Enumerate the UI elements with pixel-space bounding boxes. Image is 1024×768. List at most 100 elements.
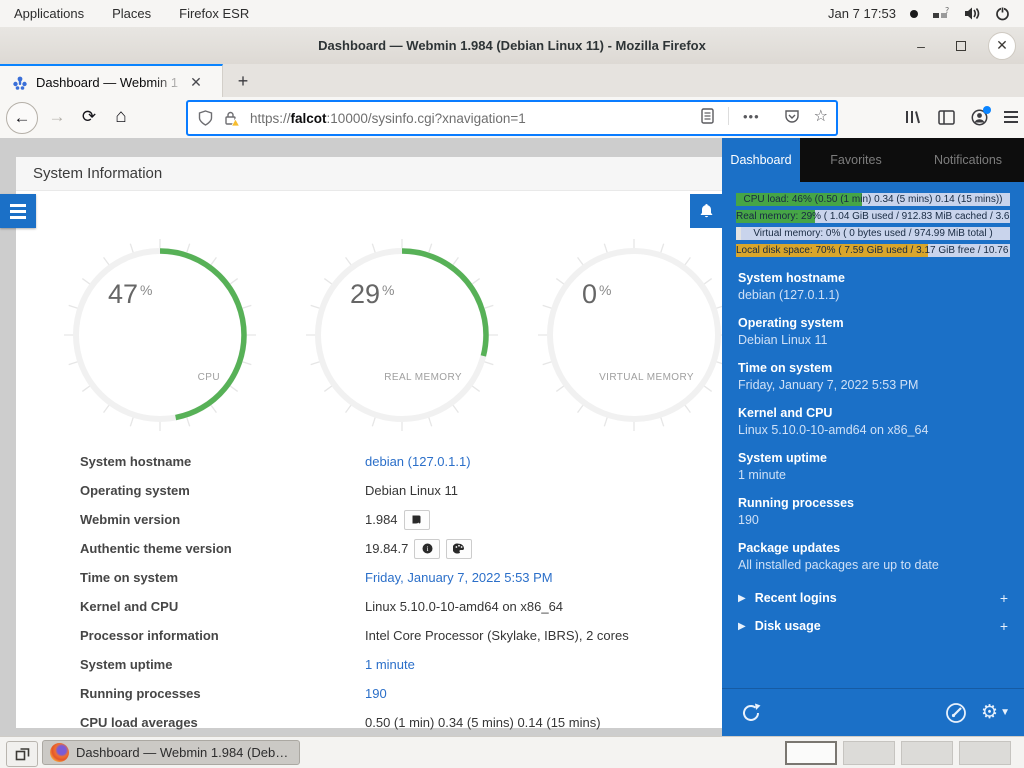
account-notification-dot: [983, 106, 991, 114]
taskbar-window-button[interactable]: Dashboard — Webmin 1.984 (Deb…: [42, 740, 300, 765]
gauge-virtual-memory-label: VIRTUAL MEMORY: [599, 372, 694, 383]
power-icon[interactable]: [995, 6, 1010, 21]
gauge-cpu-label: CPU: [198, 372, 220, 383]
reload-button[interactable]: ⟳: [74, 102, 104, 132]
hostname-link[interactable]: debian (127.0.1.1): [365, 454, 471, 469]
tab-dashboard-sidebar[interactable]: Dashboard: [722, 138, 800, 182]
tab-favorites[interactable]: Favorites: [800, 138, 912, 182]
maximize-button[interactable]: [948, 33, 974, 59]
disk-space-bar: Local disk space: 70% ( 7.59 GiB used / …: [736, 244, 1010, 257]
show-desktop-button[interactable]: [6, 741, 38, 767]
sidebar-footer: ⚙▼: [722, 688, 1024, 736]
virtual-memory-bar: Virtual memory: 0% ( 0 bytes used / 974.…: [736, 227, 1010, 240]
account-icon[interactable]: [971, 109, 988, 126]
tracking-shield-icon[interactable]: [198, 110, 213, 126]
gauge-virtual-memory-value: 0: [582, 279, 597, 309]
notifications-bell-button[interactable]: [690, 194, 722, 228]
table-row: Time on systemFriday, January 7, 2022 5:…: [16, 563, 722, 592]
home-button[interactable]: ⌂: [106, 102, 136, 132]
workspace-switcher: [785, 741, 1011, 765]
workspace-2[interactable]: [843, 741, 895, 765]
gauge-cpu-value: 47: [108, 279, 138, 309]
recent-logins-expand-icon[interactable]: +: [1000, 590, 1008, 606]
firefox-esr-menu[interactable]: Firefox ESR: [165, 0, 263, 27]
applications-menu[interactable]: Applications: [0, 0, 98, 27]
insecure-lock-icon[interactable]: [223, 110, 240, 127]
webmin-favicon: [12, 75, 28, 91]
system-monitor-button[interactable]: [945, 702, 967, 724]
page-actions-icon[interactable]: •••: [743, 109, 760, 124]
time-link[interactable]: Friday, January 7, 2022 5:53 PM: [365, 570, 553, 585]
workspace-3[interactable]: [901, 741, 953, 765]
dashboard-sidebar: Dashboard Favorites Notifications CPU lo…: [722, 138, 1024, 736]
new-tab-button[interactable]: +: [230, 68, 256, 94]
caret-down-icon: ▼: [1000, 707, 1010, 718]
uptime-link[interactable]: 1 minute: [365, 657, 415, 672]
url-text[interactable]: https://falcot:10000/sysinfo.cgi?xnaviga…: [250, 111, 526, 126]
table-row: Authentic theme version19.84.7 i: [16, 534, 722, 563]
cpu-load-bar: CPU load: 46% (0.50 (1 min) 0.34 (5 mins…: [736, 193, 1010, 206]
theme-palette-button[interactable]: [446, 539, 472, 559]
firefox-icon: [50, 743, 69, 762]
page-header: System Information: [16, 157, 722, 191]
table-row: Processor informationIntel Core Processo…: [16, 621, 722, 650]
list-item: System hostnamedebian (127.0.1.1): [738, 270, 1008, 304]
chevron-right-icon: ▶: [738, 593, 746, 604]
gauge-real-memory: 29% REAL MEMORY: [302, 235, 502, 435]
gear-icon: ⚙: [981, 703, 998, 722]
window-title: Dashboard — Webmin 1.984 (Debian Linux 1…: [318, 38, 706, 53]
gauge-cpu: 47% CPU: [60, 235, 260, 435]
list-item: Time on systemFriday, January 7, 2022 5:…: [738, 360, 1008, 394]
close-window-button[interactable]: ✕: [988, 32, 1016, 60]
record-indicator-icon: [910, 10, 918, 18]
table-row: System hostnamedebian (127.0.1.1): [16, 447, 722, 476]
workspace-4[interactable]: [959, 741, 1011, 765]
bookmark-star-icon[interactable]: ☆: [814, 106, 828, 126]
processes-link[interactable]: 190: [365, 686, 387, 701]
theme-info-button[interactable]: i: [414, 539, 440, 559]
table-row: System uptime1 minute: [16, 650, 722, 679]
pocket-icon[interactable]: [784, 108, 800, 124]
sidebar-toggle-button[interactable]: [0, 194, 36, 228]
table-row: Webmin version1.984: [16, 505, 722, 534]
firefox-title-bar[interactable]: Dashboard — Webmin 1.984 (Debian Linux 1…: [0, 27, 1024, 65]
urlbar-separator: [728, 107, 729, 125]
gnome-top-bar: Applications Places Firefox ESR Jan 7 17…: [0, 0, 1024, 28]
bell-icon: [699, 203, 714, 219]
settings-button[interactable]: ⚙▼: [981, 703, 1010, 722]
table-row: Running processes190: [16, 679, 722, 708]
gauge-virtual-memory: 0% VIRTUAL MEMORY: [534, 235, 722, 435]
real-memory-bar: Real memory: 29% ( 1.04 GiB used / 912.8…: [736, 210, 1010, 223]
minimize-button[interactable]: –: [908, 33, 934, 59]
menu-hamburger-icon[interactable]: [1004, 111, 1018, 123]
list-item: Package updatesAll installed packages ar…: [738, 540, 1008, 574]
table-row: Operating systemDebian Linux 11: [16, 476, 722, 505]
tab-close-icon[interactable]: ✕: [186, 74, 206, 91]
screen: Applications Places Firefox ESR Jan 7 17…: [0, 0, 1024, 768]
tab-notifications[interactable]: Notifications: [912, 138, 1024, 182]
tab-title: Dashboard — Webmin 1: [36, 75, 184, 90]
network-status-icon[interactable]: ?: [932, 7, 950, 21]
recent-logins-toggle[interactable]: ▶ Recent logins +: [738, 585, 1008, 611]
volume-icon[interactable]: [964, 6, 981, 21]
gauge-real-memory-label: REAL MEMORY: [384, 372, 462, 383]
places-menu[interactable]: Places: [98, 0, 165, 27]
clock[interactable]: Jan 7 17:53: [828, 6, 896, 21]
windows-icon: [15, 747, 30, 761]
sidebar-tabs: Dashboard Favorites Notifications: [722, 138, 1024, 182]
tab-dashboard[interactable]: Dashboard — Webmin 1 ✕: [0, 64, 223, 99]
workspace-1[interactable]: [785, 741, 837, 765]
sidebars-icon[interactable]: [938, 110, 955, 125]
disk-usage-expand-icon[interactable]: +: [1000, 618, 1008, 634]
refresh-button[interactable]: [740, 702, 762, 724]
url-bar[interactable]: https://falcot:10000/sysinfo.cgi?xnaviga…: [186, 100, 838, 136]
disk-usage-toggle[interactable]: ▶ Disk usage +: [738, 613, 1008, 639]
reader-mode-icon[interactable]: [701, 108, 714, 124]
webmin-changelog-button[interactable]: [404, 510, 430, 530]
system-info-table: System hostnamedebian (127.0.1.1) Operat…: [16, 447, 722, 736]
system-information-panel: System Information 47% CPU 29% REAL MEMO…: [0, 138, 722, 736]
forward-button[interactable]: →: [42, 102, 72, 132]
back-button[interactable]: ←: [6, 102, 38, 134]
table-row: Kernel and CPULinux 5.10.0-10-amd64 on x…: [16, 592, 722, 621]
library-icon[interactable]: [904, 109, 922, 125]
